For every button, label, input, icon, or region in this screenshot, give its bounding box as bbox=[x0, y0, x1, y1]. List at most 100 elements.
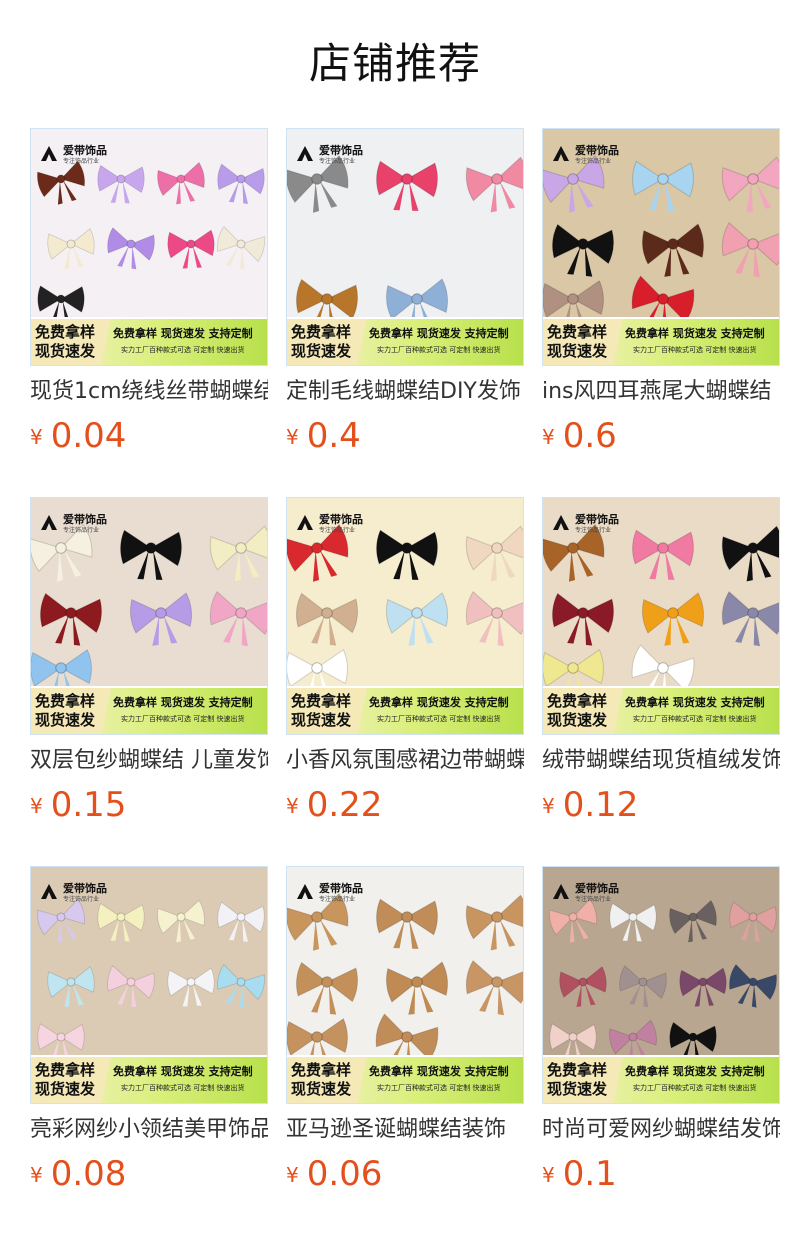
promo-headline: 免费拿样 现货速发 支持定制 bbox=[113, 696, 253, 709]
brand-logo: 爱带饰品 专注饰品行业 bbox=[551, 508, 619, 535]
promo-line-2: 现货速发 bbox=[35, 342, 96, 360]
brand-logo: 爱带饰品 专注饰品行业 bbox=[295, 139, 363, 166]
product-image[interactable]: 爱带饰品 专注饰品行业 免费拿样 现货速发 免费拿样 现货速发 支持定制 实力工厂百种款式… bbox=[286, 128, 524, 366]
brand-name: 爱带饰品 bbox=[63, 513, 107, 526]
promo-headline: 免费拿样 现货速发 支持定制 bbox=[369, 1065, 509, 1078]
product-image[interactable]: 爱带饰品 专注饰品行业 免费拿样 现货速发 免费拿样 现货速发 支持定制 实力工厂百种款式… bbox=[542, 866, 780, 1104]
promo-banner: 免费拿样 现货速发 免费拿样 现货速发 支持定制 实力工厂百种款式可选 可定制 快速出… bbox=[543, 688, 779, 734]
promo-subline: 实力工厂百种款式可选 可定制 快速出货 bbox=[633, 1084, 757, 1092]
promo-subline: 实力工厂百种款式可选 可定制 快速出货 bbox=[121, 346, 245, 354]
currency-symbol: ¥ bbox=[542, 425, 555, 449]
price-value: 0.15 bbox=[50, 785, 127, 825]
promo-line-1: 免费拿样 bbox=[291, 692, 352, 710]
brand-tagline: 专注饰品行业 bbox=[319, 527, 356, 534]
product-name[interactable]: 亚马逊圣诞蝴蝶结装饰 bbox=[286, 1114, 524, 1146]
product-price: ¥0.04 bbox=[30, 416, 126, 456]
brand-text: 爱带饰品 专注饰品行业 bbox=[575, 877, 619, 904]
brand-mark-icon bbox=[553, 514, 569, 530]
promo-line-2: 现货速发 bbox=[35, 711, 96, 729]
product-card[interactable]: 爱带饰品 专注饰品行业 免费拿样 现货速发 免费拿样 现货速发 支持定制 实力工厂百种款式… bbox=[542, 866, 780, 1206]
brand-tagline: 专注饰品行业 bbox=[319, 896, 356, 903]
brand-mark-icon bbox=[297, 145, 313, 161]
promo-subline: 实力工厂百种款式可选 可定制 快速出货 bbox=[633, 346, 757, 354]
brand-mark-icon bbox=[41, 145, 57, 161]
product-price: ¥0.06 bbox=[286, 1154, 382, 1194]
promo-line-2: 现货速发 bbox=[547, 711, 608, 729]
product-name[interactable]: 时尚可爱网纱蝴蝶结发饰 bbox=[542, 1114, 780, 1146]
currency-symbol: ¥ bbox=[542, 1163, 555, 1187]
currency-symbol: ¥ bbox=[286, 425, 299, 449]
brand-text: 爱带饰品 专注饰品行业 bbox=[63, 139, 107, 166]
brand-tagline: 专注饰品行业 bbox=[63, 158, 100, 165]
brand-text: 爱带饰品 专注饰品行业 bbox=[63, 508, 107, 535]
promo-line-2: 现货速发 bbox=[291, 342, 352, 360]
product-name[interactable]: 绒带蝴蝶结现货植绒发饰 bbox=[542, 745, 780, 777]
promo-subline: 实力工厂百种款式可选 可定制 快速出货 bbox=[633, 715, 757, 723]
promo-line-1: 免费拿样 bbox=[547, 1061, 608, 1079]
product-name[interactable]: 亮彩网纱小领结美甲饰品 bbox=[30, 1114, 268, 1146]
currency-symbol: ¥ bbox=[30, 425, 43, 449]
currency-symbol: ¥ bbox=[542, 794, 555, 818]
price-value: 0.12 bbox=[562, 785, 639, 825]
brand-name: 爱带饰品 bbox=[63, 882, 107, 895]
price-value: 0.04 bbox=[50, 416, 127, 456]
brand-logo: 爱带饰品 专注饰品行业 bbox=[551, 139, 619, 166]
promo-headline: 免费拿样 现货速发 支持定制 bbox=[369, 327, 509, 340]
promo-banner: 免费拿样 现货速发 免费拿样 现货速发 支持定制 实力工厂百种款式可选 可定制 快速出… bbox=[543, 319, 779, 365]
promo-line-1: 免费拿样 bbox=[547, 323, 608, 341]
product-name[interactable]: ins风四耳燕尾大蝴蝶结 bbox=[542, 376, 780, 408]
product-price: ¥0.1 bbox=[542, 1154, 617, 1194]
brand-text: 爱带饰品 专注饰品行业 bbox=[319, 877, 363, 904]
product-price: ¥0.4 bbox=[286, 416, 361, 456]
price-value: 0.06 bbox=[306, 1154, 383, 1194]
brand-name: 爱带饰品 bbox=[575, 513, 619, 526]
promo-line-2: 现货速发 bbox=[547, 342, 608, 360]
brand-tagline: 专注饰品行业 bbox=[63, 896, 100, 903]
product-card[interactable]: 爱带饰品 专注饰品行业免费拿样 现货速发 免费拿样 现货速发 支持定制 实力工厂百种款式… bbox=[542, 128, 780, 468]
currency-symbol: ¥ bbox=[30, 1163, 43, 1187]
brand-name: 爱带饰品 bbox=[319, 144, 363, 157]
brand-logo: 爱带饰品 专注饰品行业 bbox=[39, 139, 107, 166]
promo-line-1: 免费拿样 bbox=[35, 1061, 96, 1079]
product-price: ¥0.15 bbox=[30, 785, 126, 825]
product-name[interactable]: 双层包纱蝴蝶结 儿童发饰 bbox=[30, 745, 268, 777]
product-card[interactable]: 爱带饰品 专注饰品行业 免费拿样 现货速发 免费拿样 现货速发 支持定制 实力工厂百种款式… bbox=[286, 128, 524, 468]
promo-banner: 免费拿样 现货速发 免费拿样 现货速发 支持定制 实力工厂百种款式可选 可定制 快速出… bbox=[31, 319, 267, 365]
brand-tagline: 专注饰品行业 bbox=[575, 527, 612, 534]
promo-line-1: 免费拿样 bbox=[291, 323, 352, 341]
promo-line-2: 现货速发 bbox=[547, 1080, 608, 1098]
currency-symbol: ¥ bbox=[286, 1163, 299, 1187]
product-image[interactable]: 爱带饰品 专注饰品行业免费拿样 现货速发 免费拿样 现货速发 支持定制 实力工厂百种款式… bbox=[542, 497, 780, 735]
product-image[interactable]: 爱带饰品 专注饰品行业 免费拿样 现货速发 免费拿样 现货速发 支持定制 实力工厂百种款式… bbox=[286, 497, 524, 735]
promo-headline: 免费拿样 现货速发 支持定制 bbox=[113, 327, 253, 340]
product-card[interactable]: 爱带饰品 专注饰品行业 免费拿样 现货速发 免费拿样 现货速发 支持定制 实力工厂百种款式… bbox=[30, 128, 268, 468]
product-image[interactable]: 爱带饰品 专注饰品行业 免费拿样 现货速发 免费拿样 现货速发 支持定制 实力工厂百种款式… bbox=[30, 866, 268, 1104]
product-name[interactable]: 小香风氛围感裙边带蝴蝶结 bbox=[286, 745, 524, 777]
brand-mark-icon bbox=[553, 145, 569, 161]
promo-headline: 免费拿样 现货速发 支持定制 bbox=[369, 696, 509, 709]
price-value: 0.4 bbox=[306, 416, 361, 456]
product-card[interactable]: 爱带饰品 专注饰品行业免费拿样 现货速发 免费拿样 现货速发 支持定制 实力工厂百种款式… bbox=[286, 866, 524, 1206]
product-price: ¥0.6 bbox=[542, 416, 617, 456]
product-image[interactable]: 爱带饰品 专注饰品行业免费拿样 现货速发 免费拿样 现货速发 支持定制 实力工厂百种款式… bbox=[542, 128, 780, 366]
brand-name: 爱带饰品 bbox=[319, 513, 363, 526]
product-name[interactable]: 现货1cm绕线丝带蝴蝶结 bbox=[30, 376, 268, 408]
promo-line-1: 免费拿样 bbox=[35, 692, 96, 710]
product-image[interactable]: 爱带饰品 专注饰品行业 免费拿样 现货速发 免费拿样 现货速发 支持定制 实力工厂百种款式… bbox=[30, 128, 268, 366]
promo-banner: 免费拿样 现货速发 免费拿样 现货速发 支持定制 实力工厂百种款式可选 可定制 快速出… bbox=[287, 1057, 523, 1103]
product-card[interactable]: 爱带饰品 专注饰品行业 免费拿样 现货速发 免费拿样 现货速发 支持定制 实力工厂百种款式… bbox=[286, 497, 524, 837]
brand-logo: 爱带饰品 专注饰品行业 bbox=[39, 508, 107, 535]
product-image[interactable]: 爱带饰品 专注饰品行业免费拿样 现货速发 免费拿样 现货速发 支持定制 实力工厂百种款式… bbox=[286, 866, 524, 1104]
product-card[interactable]: 爱带饰品 专注饰品行业免费拿样 现货速发 免费拿样 现货速发 支持定制 实力工厂百种款式… bbox=[542, 497, 780, 837]
product-image[interactable]: 爱带饰品 专注饰品行业 免费拿样 现货速发 免费拿样 现货速发 支持定制 实力工厂百种款式… bbox=[30, 497, 268, 735]
promo-banner: 免费拿样 现货速发 免费拿样 现货速发 支持定制 实力工厂百种款式可选 可定制 快速出… bbox=[31, 688, 267, 734]
promo-line-1: 免费拿样 bbox=[547, 692, 608, 710]
brand-logo: 爱带饰品 专注饰品行业 bbox=[295, 877, 363, 904]
promo-banner: 免费拿样 现货速发 免费拿样 现货速发 支持定制 实力工厂百种款式可选 可定制 快速出… bbox=[287, 319, 523, 365]
product-card[interactable]: 爱带饰品 专注饰品行业 免费拿样 现货速发 免费拿样 现货速发 支持定制 实力工厂百种款式… bbox=[30, 497, 268, 837]
brand-mark-icon bbox=[41, 514, 57, 530]
product-name[interactable]: 定制毛线蝴蝶结DIY发饰 bbox=[286, 376, 524, 408]
price-value: 0.08 bbox=[50, 1154, 127, 1194]
product-card[interactable]: 爱带饰品 专注饰品行业 免费拿样 现货速发 免费拿样 现货速发 支持定制 实力工厂百种款式… bbox=[30, 866, 268, 1206]
promo-line-2: 现货速发 bbox=[291, 711, 352, 729]
